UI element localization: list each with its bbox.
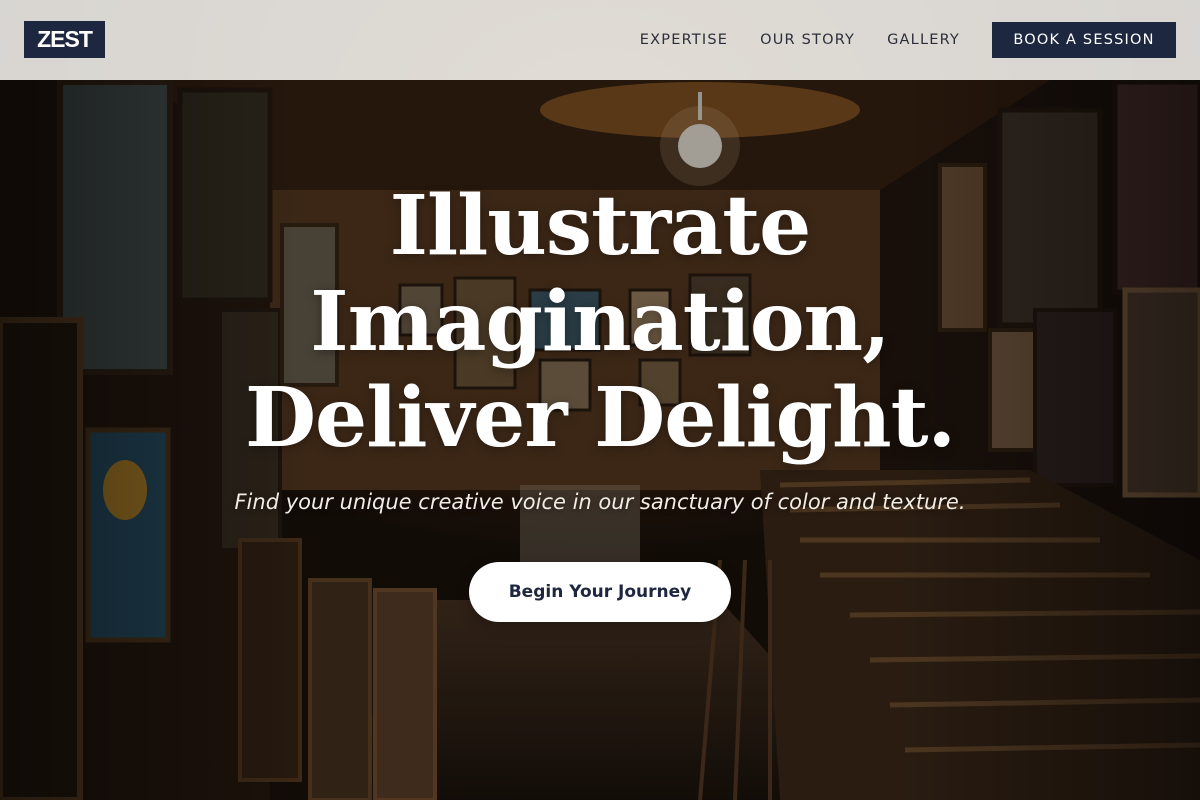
headline-line-3: Deliver Delight.	[244, 370, 956, 466]
hero-subtitle: Find your unique creative voice in our s…	[234, 490, 966, 514]
main-nav: EXPERTISE OUR STORY GALLERY BOOK A SESSI…	[640, 22, 1176, 58]
brand-logo[interactable]: ZEST	[24, 21, 105, 58]
nav-link-our-story[interactable]: OUR STORY	[760, 32, 855, 48]
site-header: ZEST EXPERTISE OUR STORY GALLERY BOOK A …	[0, 0, 1200, 80]
nav-link-gallery[interactable]: GALLERY	[887, 32, 960, 48]
landing-page: ZEST EXPERTISE OUR STORY GALLERY BOOK A …	[0, 0, 1200, 800]
hero-section: Illustrate Imagination, Deliver Delight.…	[0, 80, 1200, 800]
hero-headline: Illustrate Imagination, Deliver Delight.	[100, 178, 1100, 466]
headline-line-1: Illustrate	[389, 178, 812, 274]
nav-link-expertise[interactable]: EXPERTISE	[640, 32, 728, 48]
begin-journey-button[interactable]: Begin Your Journey	[469, 562, 731, 622]
book-session-button[interactable]: BOOK A SESSION	[992, 22, 1176, 58]
headline-line-2: Imagination,	[310, 274, 890, 370]
